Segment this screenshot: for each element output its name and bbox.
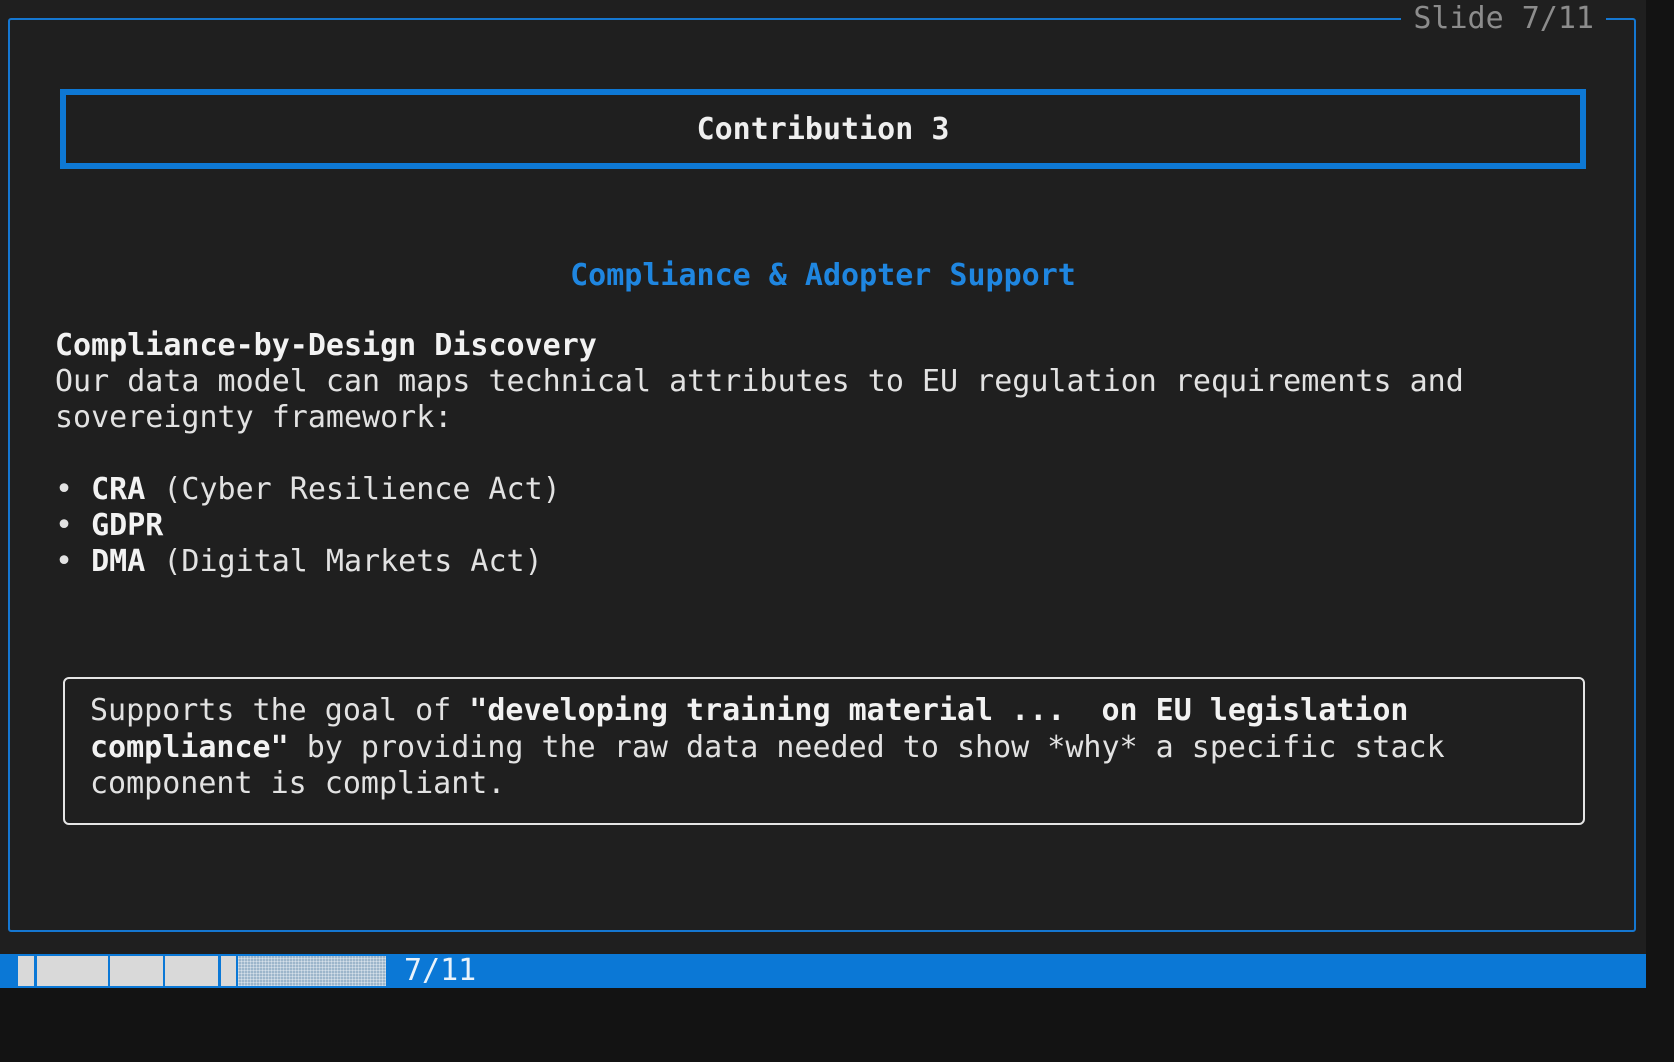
slide-counter: Slide 7/11 <box>1401 0 1606 38</box>
progress-segment <box>221 956 236 986</box>
bullet-term: DMA <box>91 544 146 579</box>
note-line-1: Supports the goal of "developing trainin… <box>90 693 1409 729</box>
note-quote: "developing training material ... on EU … <box>469 693 1409 728</box>
progress-segment <box>110 956 163 986</box>
section-text-line-1: Our data model can maps technical attrib… <box>55 364 1464 399</box>
section-text-line-2: sovereignty framework: <box>55 400 453 435</box>
bullet-marker: • <box>55 544 92 579</box>
status-bar: 7/11 <box>0 954 1646 988</box>
note-quote: compliance" <box>90 730 289 765</box>
progress-current-segment <box>238 956 386 986</box>
bullet-marker: • <box>55 472 92 507</box>
progress-segment <box>165 956 218 986</box>
note-text: Supports the goal of <box>90 693 470 728</box>
bullet-dma: • DMA (Digital Markets Act) <box>55 544 543 580</box>
bullet-marker: • <box>55 508 92 543</box>
note-line-2: compliance" by providing the raw data ne… <box>90 730 1445 766</box>
slide-subtitle: Compliance & Adopter Support <box>570 258 1076 293</box>
note-text: by providing the raw data needed to show… <box>288 730 1445 765</box>
bullet-description: (Cyber Resilience Act) <box>145 472 561 507</box>
progress-segment <box>37 956 108 986</box>
terminal-window: Slide 7/11 Contribution 3 Compliance & A… <box>0 0 1646 988</box>
section-heading: Compliance-by-Design Discovery <box>55 328 597 363</box>
status-page-indicator: 7/11 <box>404 953 477 988</box>
note-line-3: component is compliant. <box>90 766 506 801</box>
progress-segment <box>18 956 34 986</box>
bullet-term: GDPR <box>91 508 164 543</box>
title-box: Contribution 3 <box>60 89 1586 169</box>
bullet-description: (Digital Markets Act) <box>145 544 543 579</box>
bullet-term: CRA <box>91 472 146 507</box>
bullet-gdpr: • GDPR <box>55 508 163 544</box>
slide-title: Contribution 3 <box>696 111 950 147</box>
bullet-cra: • CRA (Cyber Resilience Act) <box>55 472 561 508</box>
